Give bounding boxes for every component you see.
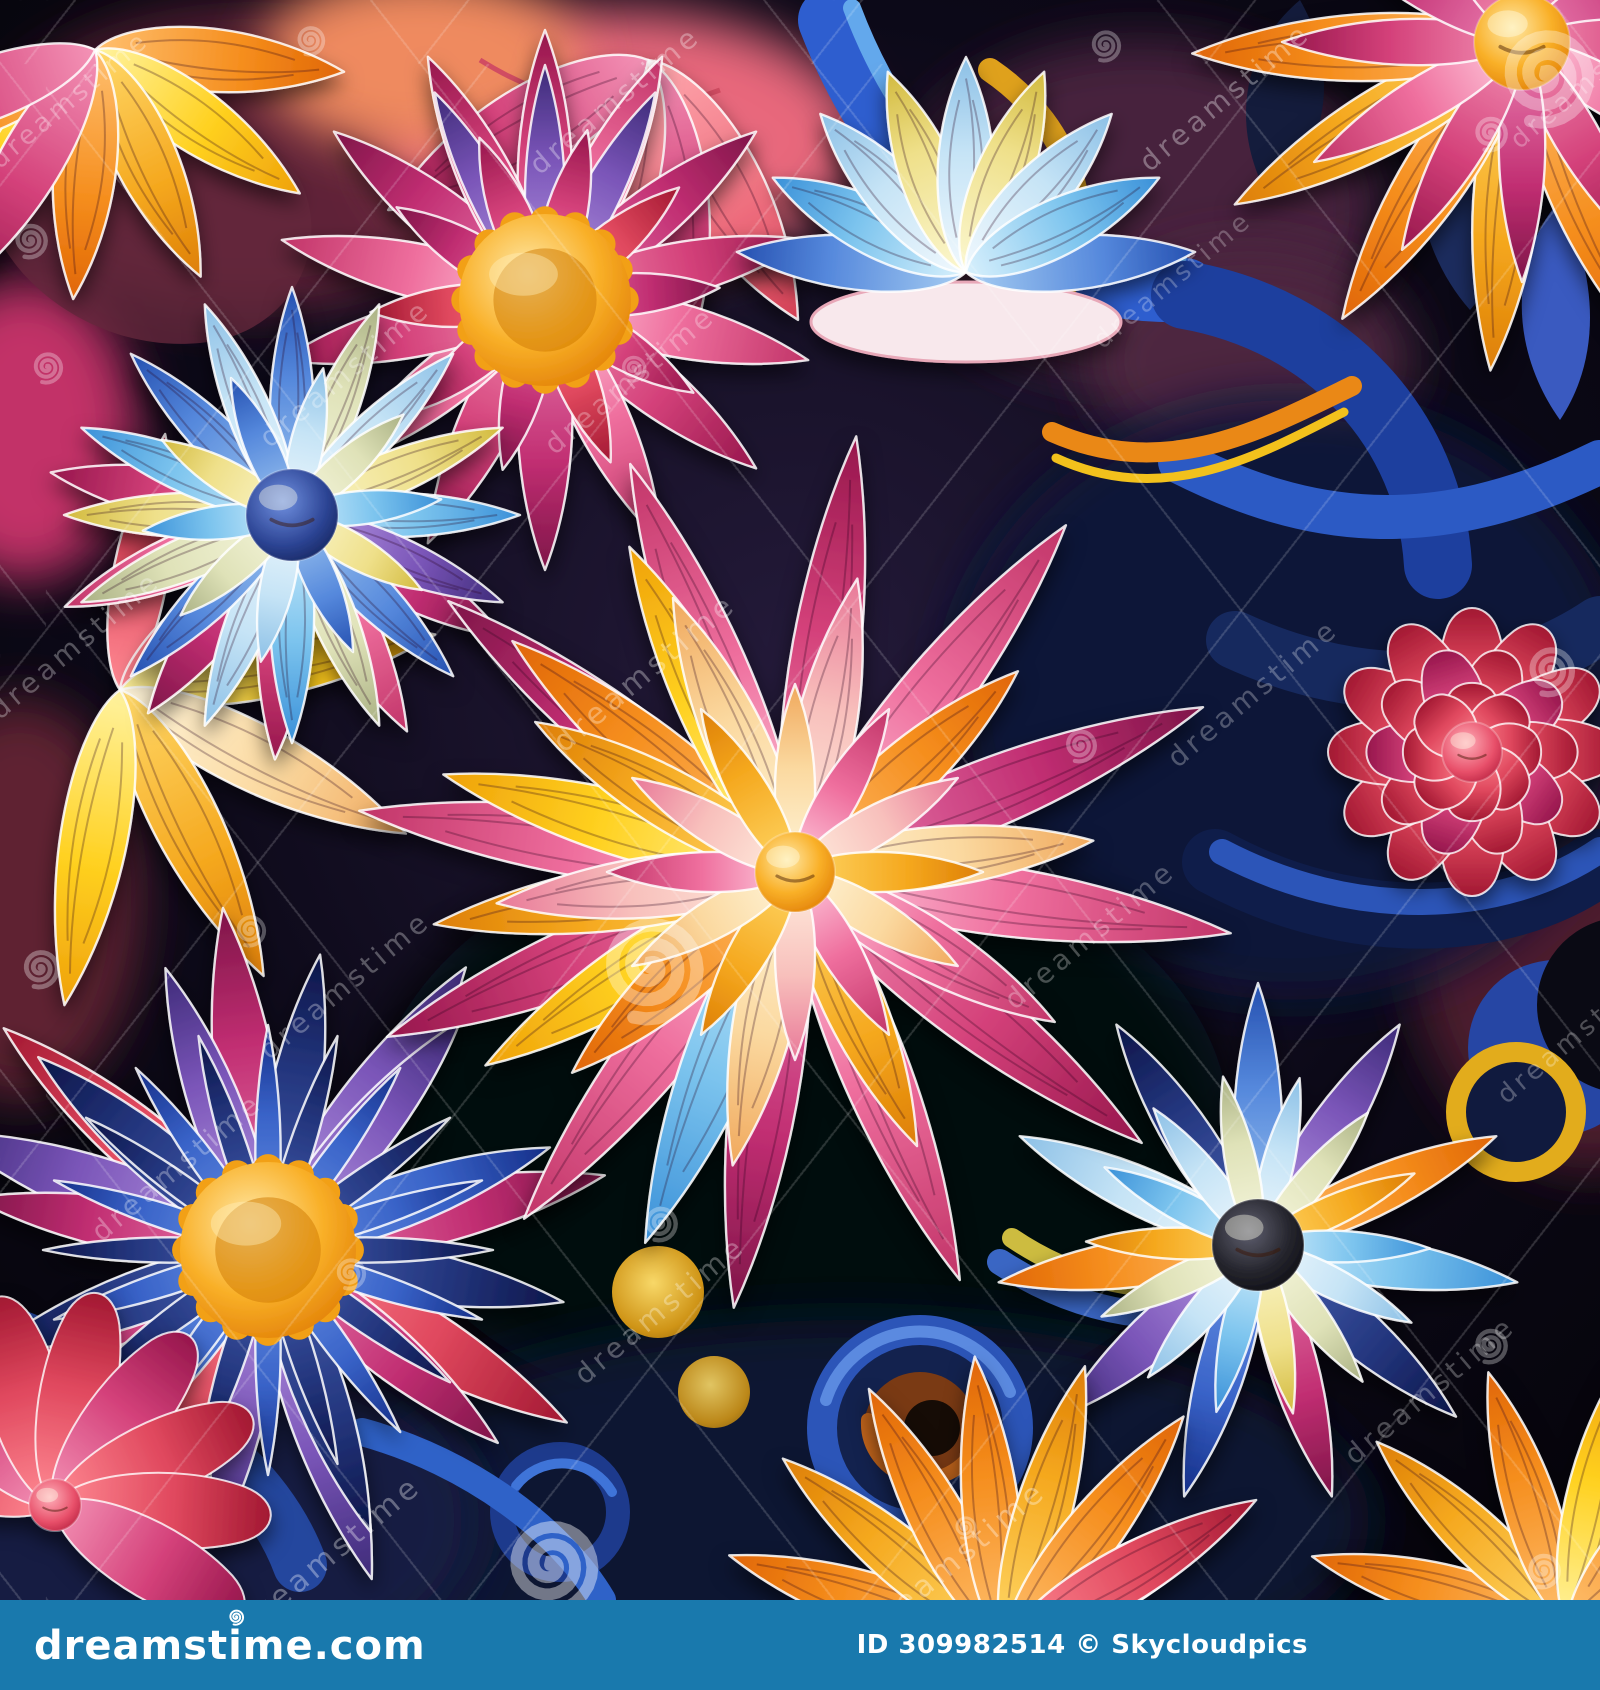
watermark-spiral-icon [1470,1325,1510,1365]
watermark-spiral-icon [1087,27,1123,63]
watermark-text: dreamstime [1132,15,1318,179]
watermark-text: dreamstime [1160,611,1346,775]
watermark-spiral-icon [1490,20,1600,130]
watermark-layer: dreamstime dreamstime dreamstime dreamstime… [0,0,1600,1647]
stock-photo-preview: dreamstime dreamstime dreamstime dreamstime… [0,0,1600,1690]
watermark-spiral-icon [29,349,65,385]
watermark-text: dreamstime [1491,959,1600,1111]
dreamstime-logo: dreamst ime.com [34,1609,426,1669]
watermark-spiral-icon [590,907,710,1027]
watermark-text: dreamstime [567,1228,753,1392]
watermark-spiral-icon [232,912,268,948]
watermark-text: dreamstime [252,291,438,455]
watermark-spiral-icon [952,1514,978,1540]
watermark-spiral-icon [1523,1550,1563,1590]
watermark-text: dreamstime [0,24,156,176]
watermark-text: dreamstime [546,586,744,760]
watermark-spiral-icon [1522,642,1578,698]
logo-text-right: ime.com [228,1609,426,1669]
watermark-text: dreamstime [1087,204,1259,356]
watermark-text: dreamstime [84,1085,270,1249]
watermark-spiral-icon [293,23,327,57]
watermark-text: dreamstime [252,903,438,1067]
watermark-spiral-icon [332,1255,368,1291]
watermark-spiral-icon [18,946,62,990]
watermark-text: dreamstime [522,18,708,182]
footer-bar: dreamst ime.com ID 309982514 © Skycloudpi… [0,1600,1600,1690]
watermark-text: dreamstime [997,853,1183,1017]
watermark-spiral-icon [10,220,50,260]
watermark-spiral-icon [618,353,648,383]
logo-text-left: dreamst [34,1622,229,1669]
watermark-spiral-icon [1061,726,1099,764]
image-credit-text: ID 309982514 © Skycloudpics [856,1630,1308,1660]
watermark-spiral-icon [640,1203,680,1243]
watermark-text: dreamstime [0,563,168,727]
dreamstime-spiral-icon [227,1608,245,1626]
